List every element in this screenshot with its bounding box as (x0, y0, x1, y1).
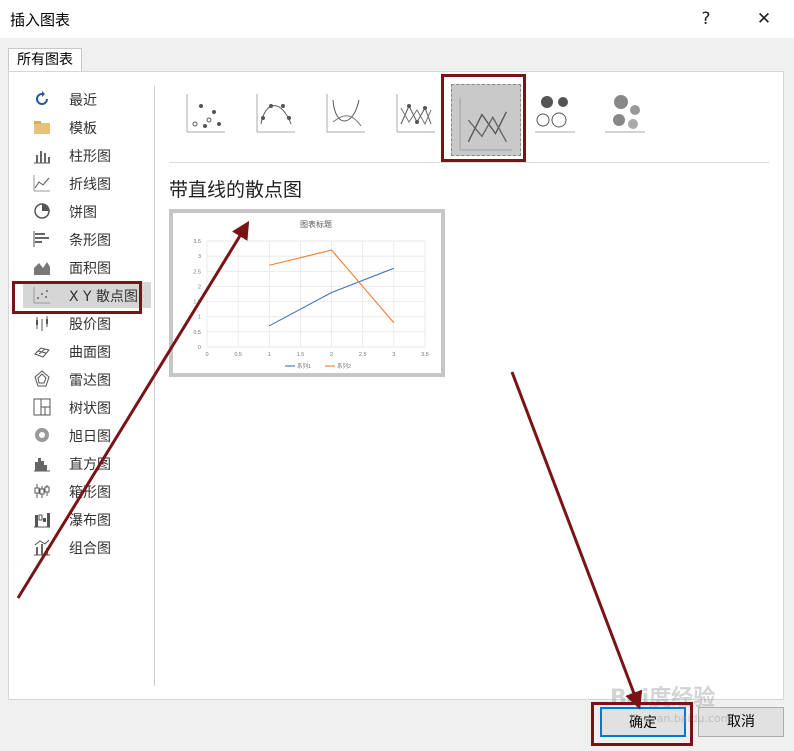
x-tick-label: 0.5 (234, 352, 242, 358)
sidebar-divider (154, 86, 155, 686)
chart-title: 图表标题 (300, 219, 332, 229)
sunburst-chart-icon (33, 426, 51, 444)
combo-chart-icon (33, 538, 51, 556)
x-tick-label: 3.5 (421, 352, 429, 358)
x-tick-label: 2 (330, 352, 333, 358)
y-tick-label: 2 (198, 284, 201, 290)
chart-preview: 图表标题 0 0.5 1 1.5 2 2.5 3 3.5 0 0.5 1 1.5 2 2.5 3 3.5 系列1 系… (169, 209, 445, 377)
bubble-3d-icon (605, 95, 645, 133)
x-tick-label: 1 (268, 352, 271, 358)
sidebar-item-label: 旭日图 (69, 429, 111, 445)
sidebar-item-surface-chart[interactable]: 曲面图 (23, 338, 151, 364)
watermark-url: jingyan.baidu.com (630, 712, 732, 725)
surface-chart-icon (33, 342, 51, 360)
area-chart-icon (33, 258, 51, 276)
sidebar-item-area-chart[interactable]: 面积图 (23, 254, 151, 280)
sidebar-item-label: 树状图 (69, 401, 111, 417)
scatter-straight-lines-subtype-button[interactable] (451, 84, 521, 156)
subtype-title: 带直线的散点图 (169, 179, 303, 201)
folder-icon (33, 118, 51, 136)
sidebar-item-label: 雷达图 (69, 373, 111, 389)
bubble-subtype-button[interactable] (531, 86, 581, 134)
scatter-smooth-lines-icon (326, 94, 365, 133)
scatter-smooth-lines-subtype-button[interactable] (321, 86, 371, 134)
sidebar-item-pie-chart[interactable]: 饼图 (23, 198, 151, 224)
bubble-icon (535, 96, 575, 133)
sidebar-item-folder[interactable]: 模板 (23, 114, 151, 140)
window-title: 插入图表 (10, 11, 71, 29)
bubble-3d-subtype-button[interactable] (601, 86, 651, 134)
y-tick-label: 0 (198, 345, 201, 351)
sidebar-item-label: 股价图 (69, 317, 111, 333)
sidebar-item-box-whisker-chart[interactable]: 箱形图 (23, 478, 151, 504)
sidebar-item-label: 组合图 (69, 541, 111, 557)
scatter-smooth-markers-icon (256, 94, 295, 133)
scatter-smooth-markers-subtype-button[interactable] (251, 86, 301, 134)
sidebar-item-treemap-chart[interactable]: 树状图 (23, 394, 151, 420)
scatter-markers-subtype-button[interactable] (181, 86, 231, 134)
close-button[interactable]: ✕ (742, 4, 786, 34)
waterfall-chart-icon (33, 510, 51, 528)
watermark-logo: Bai度经验 (610, 686, 716, 711)
scatter-chart-icon (33, 286, 51, 304)
y-tick-label: 3 (198, 254, 201, 260)
title-bar: 插入图表 ? ✕ (0, 0, 794, 38)
sidebar-item-label: 条形图 (69, 233, 111, 249)
sidebar-item-histogram-chart[interactable]: 直方图 (23, 450, 151, 476)
sidebar-item-column-chart[interactable]: 柱形图 (23, 142, 151, 168)
stock-chart-icon (33, 314, 51, 332)
x-tick-label: 1.5 (297, 352, 305, 358)
help-button[interactable]: ? (684, 4, 728, 34)
sidebar-item-label: X Y 散点图 (69, 289, 139, 305)
recent-icon (33, 90, 51, 108)
sidebar-item-label: 瀑布图 (69, 513, 111, 529)
chart-subtype-row (169, 82, 773, 156)
sidebar-item-label: 箱形图 (69, 485, 111, 501)
scatter-straight-lines-icon (459, 98, 512, 151)
line-chart-icon (33, 174, 51, 192)
sidebar-item-waterfall-chart[interactable]: 瀑布图 (23, 506, 151, 532)
sidebar-item-sunburst-chart[interactable]: 旭日图 (23, 422, 151, 448)
y-tick-label: 2.5 (193, 269, 201, 275)
sidebar-item-label: 模板 (69, 121, 97, 137)
tab-all-charts[interactable]: 所有图表 (8, 48, 82, 73)
sidebar-item-combo-chart[interactable]: 组合图 (23, 534, 151, 560)
histogram-chart-icon (33, 454, 51, 472)
scatter-straight-markers-subtype-button[interactable] (391, 86, 441, 134)
sidebar-item-label: 最近 (69, 93, 97, 109)
scatter-markers-icon (186, 94, 225, 133)
tab-strip: 所有图表 (0, 38, 794, 73)
x-tick-label: 2.5 (359, 352, 367, 358)
sidebar-item-radar-chart[interactable]: 雷达图 (23, 366, 151, 392)
scatter-straight-markers-icon (396, 94, 435, 133)
y-tick-label: 1 (198, 315, 201, 321)
sidebar-item-bar-chart[interactable]: 条形图 (23, 226, 151, 252)
sidebar-item-label: 曲面图 (69, 345, 111, 361)
scatter-preview-chart: 图表标题 0 0.5 1 1.5 2 2.5 3 3.5 0 0.5 1 1.5 2 2.5 3 3.5 系列1 系… (193, 219, 429, 370)
column-chart-icon (33, 146, 51, 164)
y-tick-label: 0.5 (193, 330, 201, 336)
pie-chart-icon (33, 202, 51, 220)
legend-label: 系列2 (337, 362, 351, 370)
radar-chart-icon (33, 370, 51, 388)
chart-panel: 最近模板柱形图折线图饼图条形图面积图 X Y 散点图 股价图曲面图雷达图树状图旭日图… (8, 71, 784, 700)
sidebar-item-line-chart[interactable]: 折线图 (23, 170, 151, 196)
sidebar-item-label: 柱形图 (69, 149, 111, 165)
x-tick-label: 3 (392, 352, 395, 358)
bar-chart-icon (33, 230, 51, 248)
y-tick-label: 3.5 (193, 239, 201, 245)
subtype-divider (169, 162, 769, 163)
sidebar-item-recent[interactable]: 最近 (23, 86, 151, 112)
sidebar-item-label: 直方图 (69, 457, 111, 473)
sidebar-item-scatter-chart[interactable]: X Y 散点图 (23, 282, 151, 308)
sidebar-item-label: 饼图 (69, 205, 97, 221)
treemap-chart-icon (33, 398, 51, 416)
legend-label: 系列1 (297, 362, 311, 370)
box-whisker-chart-icon (33, 482, 51, 500)
y-tick-label: 1.5 (193, 300, 201, 306)
sidebar-item-label: 折线图 (69, 177, 111, 193)
sidebar-item-stock-chart[interactable]: 股价图 (23, 310, 151, 336)
x-tick-label: 0 (205, 352, 208, 358)
sidebar-item-label: 面积图 (69, 261, 111, 277)
